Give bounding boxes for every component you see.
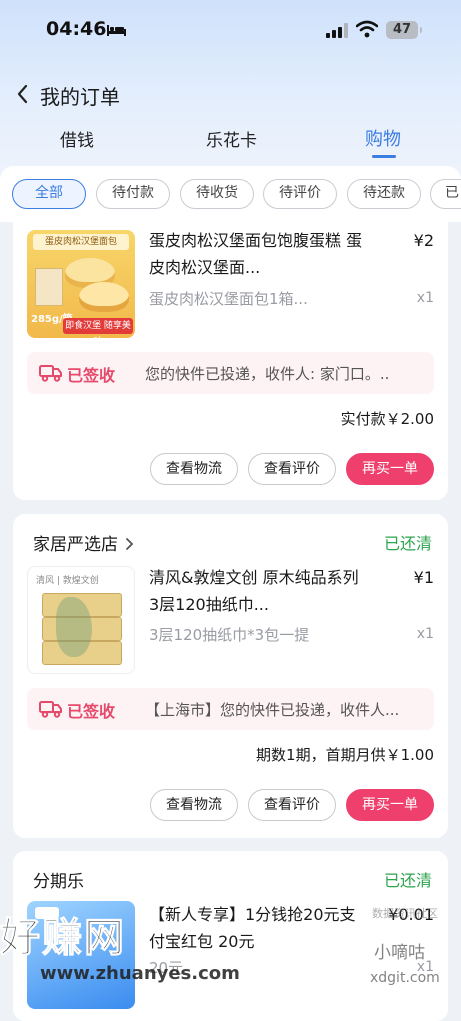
filter-pending-payment[interactable]: 待付款 [96, 179, 170, 209]
delivery-truck-icon [39, 701, 62, 718]
watermark-url: xdgit.com [370, 970, 440, 986]
filter-bar: 全部 待付款 待收货 待评价 待还款 已 [0, 166, 461, 222]
tracking-status: 已签收 [67, 366, 116, 385]
view-review-button[interactable]: 查看评价 [248, 789, 336, 821]
product-spec: 3层120抽纸巾*3包一提 [149, 626, 310, 644]
view-logistics-button[interactable]: 查看物流 [150, 789, 238, 821]
product-thumbnail[interactable]: 蛋皮肉松汉堡面包 285g/箱 即食汉堡 随享美味 [27, 230, 135, 338]
tab-bar: 借钱 乐花卡 购物 [0, 122, 461, 164]
filter-pending-receipt[interactable]: 待收货 [180, 179, 254, 209]
delivery-truck-icon [39, 365, 62, 382]
tracking-bar[interactable]: 已签收 您的快件已投递，收件人: 家门口。.. [27, 352, 434, 394]
signal-icon [326, 23, 348, 38]
order-status: 已还清 [383, 871, 432, 890]
product-name[interactable]: 【新人专享】1分钱抢20元支付宝红包 20元 [149, 901, 364, 955]
product-name[interactable]: 清风&敦煌文创 原木纯品系列3层120抽纸巾... [149, 564, 364, 618]
buy-again-button[interactable]: 再买一单 [346, 789, 434, 821]
tracking-bar[interactable]: 已签收 【上海市】您的快件已投递，收件人... [27, 688, 434, 730]
wifi-icon [356, 20, 378, 38]
watermark-text: 小嘀咕 [374, 943, 425, 963]
brand-logo: 清风 | 敦煌文创 [36, 576, 99, 586]
tracking-text: 【上海市】您的快件已投递，收件人... [145, 701, 400, 719]
back-arrow-icon[interactable] [14, 82, 30, 106]
view-logistics-button[interactable]: 查看物流 [150, 453, 238, 485]
battery-icon: 47 [386, 21, 422, 39]
tab-lehua-card[interactable]: 乐花卡 [206, 126, 257, 151]
thumb-slogan: 即食汉堡 随享美味 [63, 318, 133, 338]
thumb-top-text: 蛋皮肉松汉堡面包 [33, 234, 129, 250]
filter-pending-review[interactable]: 待评价 [263, 179, 337, 209]
watermark-url: www.zhuanyes.com [40, 963, 240, 984]
shop-name-label: 家居严选店 [33, 535, 118, 555]
filter-repaid[interactable]: 已 [430, 179, 461, 209]
product-name[interactable]: 蛋皮肉松汉堡面包饱腹蛋糕 蛋皮肉松汉堡面... [149, 227, 364, 281]
status-bar: 04:46 47 [0, 0, 461, 60]
status-time: 04:46 [46, 18, 107, 40]
view-review-button[interactable]: 查看评价 [248, 453, 336, 485]
tab-borrow[interactable]: 借钱 [60, 126, 94, 151]
order-card: 蛋皮肉松汉堡面包 285g/箱 即食汉堡 随享美味 蛋皮肉松汉堡面包饱腹蛋糕 蛋… [13, 222, 448, 500]
page-header: 我的订单 [0, 78, 461, 114]
watermark-text: 好赚网 [0, 915, 126, 962]
product-thumbnail[interactable]: 清风 | 敦煌文创 [27, 566, 135, 674]
product-quantity: x1 [416, 290, 434, 306]
page-title: 我的订单 [40, 85, 120, 109]
tracking-status: 已签收 [67, 702, 116, 721]
tab-active-indicator [372, 155, 396, 158]
shop-name[interactable]: 分期乐 [33, 867, 84, 892]
shop-name[interactable]: 家居严选店 [33, 530, 134, 555]
buy-again-button[interactable]: 再买一单 [346, 453, 434, 485]
filter-pending-repayment[interactable]: 待还款 [347, 179, 421, 209]
filter-all[interactable]: 全部 [12, 179, 86, 209]
payment-summary: 期数1期，首期月供￥1.00 [256, 746, 434, 764]
chevron-right-icon [126, 538, 134, 550]
bread-image [79, 282, 129, 312]
bed-icon [107, 25, 126, 36]
product-spec: 蛋皮肉松汉堡面包1箱... [149, 290, 308, 308]
payment-summary: 实付款￥2.00 [340, 410, 434, 428]
tab-shopping[interactable]: 购物 [365, 125, 401, 151]
product-price: ¥1 [413, 568, 434, 587]
watermark-text: 数据资讯社区 [372, 907, 438, 920]
order-card: 家居严选店 已还清 清风 | 敦煌文创 清风&敦煌文创 原木纯品系列3层120抽… [13, 514, 448, 838]
order-status: 已还清 [383, 534, 432, 553]
product-price: ¥2 [413, 231, 434, 250]
product-quantity: x1 [416, 626, 434, 642]
box-image [35, 268, 63, 306]
tracking-text: 您的快件已投递，收件人: 家门口。.. [145, 365, 390, 383]
